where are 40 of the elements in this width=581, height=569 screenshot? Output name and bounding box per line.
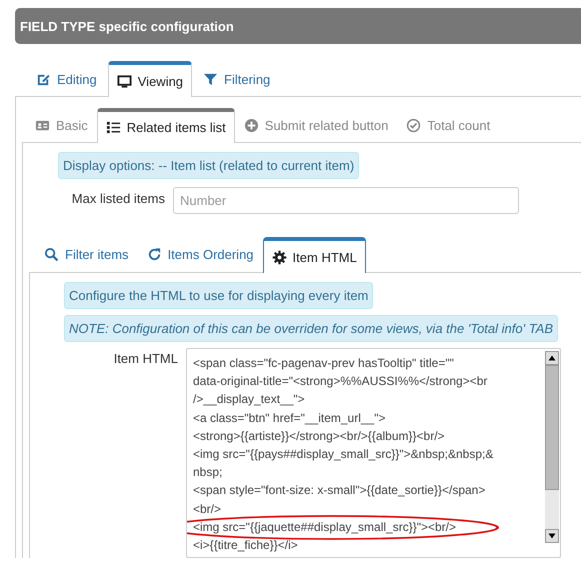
gear-icon bbox=[272, 250, 287, 264]
tab[interactable]: Viewing bbox=[108, 61, 192, 97]
redo-icon bbox=[146, 247, 162, 262]
code-line: <i>{{titre_fiche}}</i> bbox=[193, 538, 298, 552]
list-icon bbox=[106, 120, 121, 135]
section-title: FIELD TYPE specific configuration bbox=[20, 18, 234, 34]
tab[interactable]: Submit related button bbox=[234, 107, 398, 142]
field-label: Item HTML bbox=[112, 350, 179, 366]
scroll-down-button[interactable] bbox=[545, 529, 559, 543]
code-line: <img src="{{pays##display_small_src}}">&nbsp;&nbsp;& bbox=[193, 447, 494, 462]
code-line: />__display_text__"> bbox=[193, 392, 305, 406]
code-line: <a class="btn" href="__item_url__"> bbox=[193, 410, 386, 425]
scroll-up-button[interactable] bbox=[545, 351, 559, 365]
code-line: <span style="font-size: x-small">{{date_sortie}}</span> bbox=[193, 483, 486, 498]
tab[interactable]: Filter items bbox=[35, 236, 138, 272]
code-line: <br/> bbox=[193, 502, 222, 516]
tab[interactable]: Item HTML bbox=[262, 237, 366, 273]
check-circle-icon bbox=[406, 118, 422, 132]
monitor-icon bbox=[116, 74, 132, 88]
info-message: Display options: -- Item list (related to current item) bbox=[58, 152, 360, 179]
code-line: data-original-title="<strong>%%AUSSI%%</strong><br bbox=[193, 374, 488, 388]
plus-circle-icon bbox=[244, 118, 259, 132]
html-textarea[interactable] bbox=[186, 348, 561, 558]
tab[interactable]: Basic bbox=[26, 107, 97, 142]
tab[interactable]: Related items list bbox=[96, 108, 235, 143]
note-message: NOTE: Configuration of this can be overriden for some views, via the 'Total info' TAB bbox=[64, 315, 558, 342]
search-icon bbox=[44, 247, 59, 262]
info-message: Configure the HTML to use for displaying every item bbox=[64, 282, 374, 309]
filter-icon bbox=[203, 72, 218, 86]
scrollbar[interactable] bbox=[545, 351, 559, 543]
number-input[interactable]: Number bbox=[173, 187, 519, 214]
tab[interactable]: Editing bbox=[27, 61, 106, 96]
code-line: <strong>{{artiste}}</strong><br/>{{album}}<br/> bbox=[193, 428, 445, 443]
tab[interactable]: Filtering bbox=[194, 61, 280, 96]
code-line: <img src="{{jaquette##display_small_src}}"><br/> bbox=[193, 520, 456, 534]
code-line: <span class="fc-pagenav-prev hasTooltip" title="" bbox=[193, 356, 454, 370]
field-label: Max listed items bbox=[70, 190, 166, 206]
tab[interactable]: Total count bbox=[397, 107, 500, 142]
tab[interactable]: Items Ordering bbox=[138, 236, 263, 272]
code-line: nbsp; bbox=[193, 465, 222, 480]
